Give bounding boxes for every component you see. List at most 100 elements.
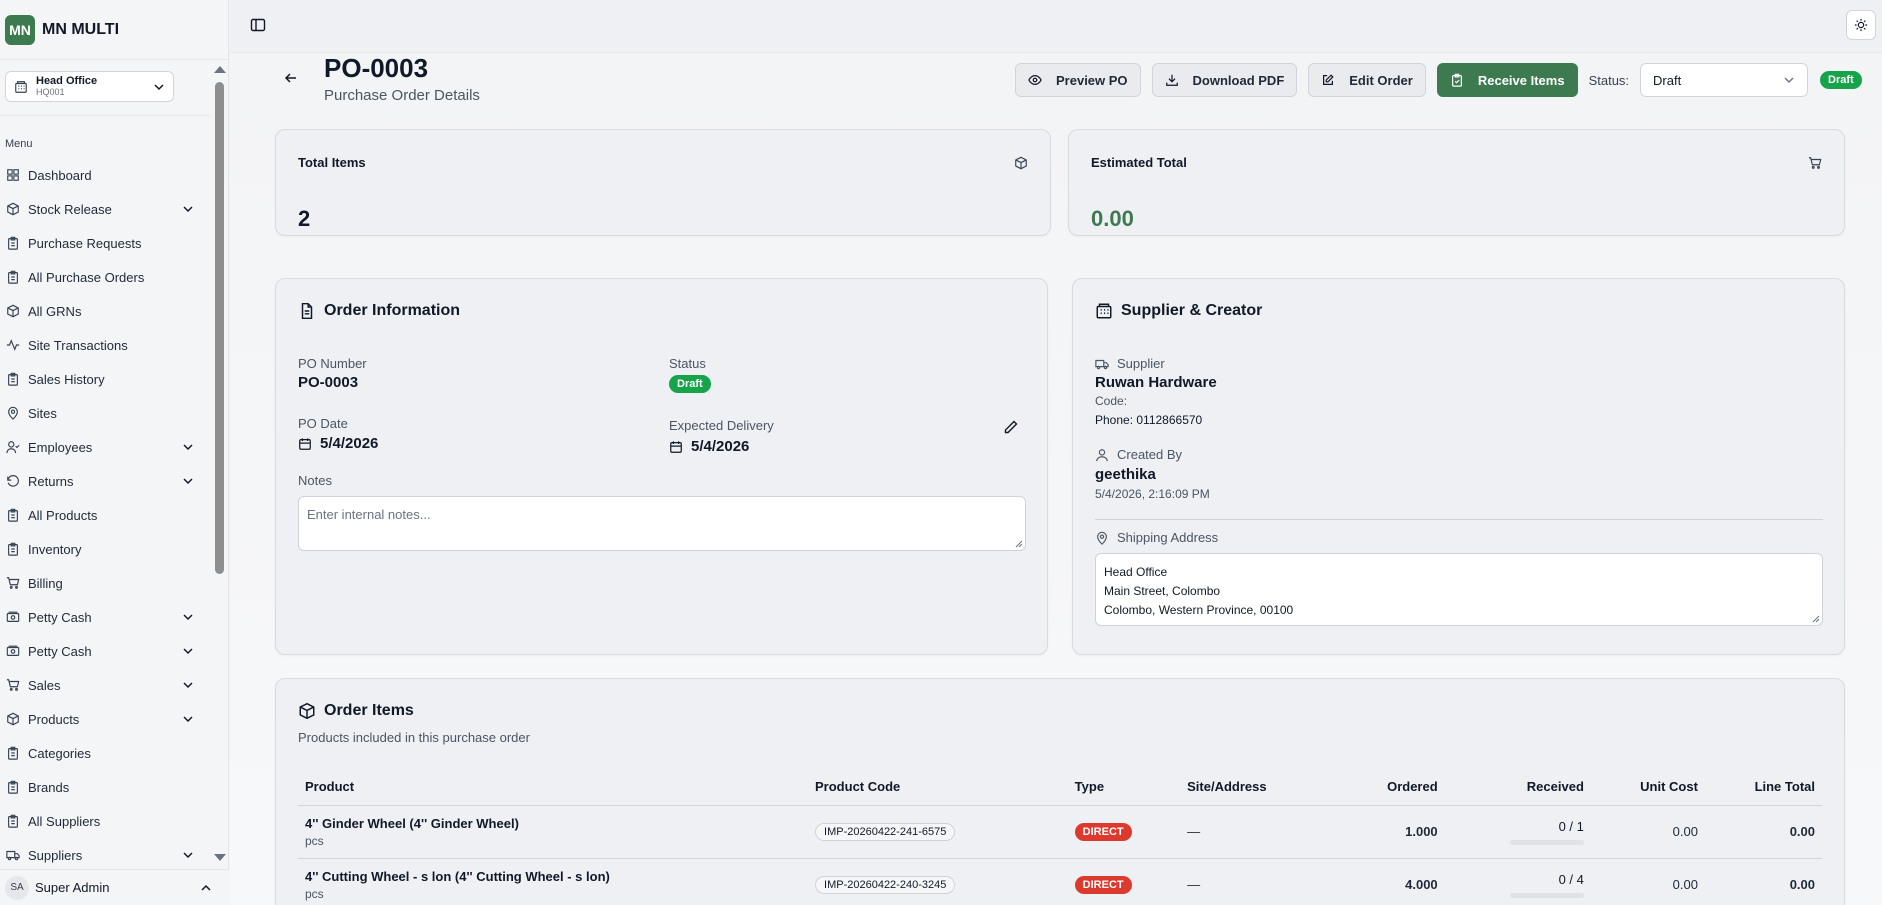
theme-toggle-button[interactable]: [1846, 10, 1876, 40]
sidebar-item-inventory[interactable]: Inventory: [0, 532, 210, 566]
status-label: Status:: [1588, 72, 1630, 88]
edit-icon: [1321, 73, 1335, 87]
preview-po-button[interactable]: Preview PO: [1015, 63, 1141, 97]
package-icon: [298, 702, 316, 720]
sidebar-item-label: All GRNs: [28, 303, 82, 319]
shipping-address-label-text: Shipping Address: [1117, 530, 1219, 545]
type-cell: DIRECT: [1067, 858, 1181, 905]
order-items-table: Product Product Code Type Site/Address O…: [298, 769, 1822, 905]
resize-handle-icon[interactable]: [1812, 615, 1820, 623]
po-date-text: 5/4/2026: [320, 435, 379, 452]
status-field-label: Status: [669, 356, 706, 371]
clipboard-icon: [6, 270, 20, 284]
status-select-value: Draft: [1653, 72, 1682, 88]
supplier-label: Supplier: [1095, 356, 1165, 371]
sidebar-item-label: Brands: [28, 779, 70, 795]
sidebar-item-label: Purchase Requests: [28, 235, 142, 251]
received-text: 0 / 1: [1558, 818, 1584, 834]
sidebar-item-all-grns[interactable]: All GRNs: [0, 294, 210, 328]
sidebar-item-sites[interactable]: Sites: [0, 396, 210, 430]
estimated-total-card: Estimated Total 0.00: [1068, 129, 1845, 236]
scroll-up-arrow[interactable]: [214, 66, 226, 73]
truck-icon: [1095, 359, 1109, 369]
po-number-text: PO-0003: [298, 374, 359, 391]
sidebar-item-sales[interactable]: Sales: [0, 668, 210, 702]
sidebar-item-sales-history[interactable]: Sales History: [0, 362, 210, 396]
chevron-down-icon: [183, 648, 193, 655]
created-at: 5/4/2026, 2:16:09 PM: [1095, 487, 1210, 501]
po-number-label: PO Number: [298, 356, 367, 371]
sidebar-item-categories[interactable]: Categories: [0, 736, 210, 770]
sidebar-item-returns[interactable]: Returns: [0, 464, 210, 498]
product-code-pill: IMP-20260422-240-3245: [815, 875, 956, 894]
supplier-code: Code:: [1095, 394, 1128, 408]
table-row: 4'' Ginder Wheel (4'' Ginder Wheel) pcs IM…: [298, 805, 1822, 859]
column-header: Site/Address: [1180, 769, 1320, 806]
clipboard-icon: [6, 542, 20, 556]
line-total-cell: 0.00: [1704, 858, 1822, 905]
table-row: 4'' Cutting Wheel - s lon (4'' Cutting W…: [298, 858, 1822, 905]
type-cell: DIRECT: [1067, 805, 1181, 859]
supplier-creator-title: Supplier & Creator: [1095, 302, 1262, 320]
shipping-address-textarea[interactable]: Head Office Main Street, Colombo Colombo…: [1095, 553, 1823, 626]
created-by-label-text: Created By: [1117, 447, 1183, 462]
chevron-down-icon: [183, 682, 193, 689]
po-date-value: 5/4/2026: [298, 435, 378, 452]
sidebar-item-suppliers[interactable]: Suppliers: [0, 838, 210, 872]
notes-textarea[interactable]: Enter internal notes...: [298, 496, 1026, 551]
sidebar-item-dashboard[interactable]: Dashboard: [0, 158, 210, 192]
sun-icon: [1854, 18, 1868, 32]
branch-selector[interactable]: Head Office HQ001: [5, 71, 174, 102]
pencil-icon[interactable]: [1003, 419, 1019, 435]
product-unit: pcs: [305, 886, 324, 901]
supplier-name-text: Ruwan Hardware: [1095, 374, 1217, 391]
product-code-cell: IMP-20260422-241-6575: [808, 805, 1068, 859]
created-by-text: geethika: [1095, 466, 1156, 483]
sidebar-item-label: All Products: [28, 507, 98, 523]
sidebar-item-petty-cash[interactable]: Petty Cash: [0, 634, 210, 668]
sidebar-item-employees[interactable]: Employees: [0, 430, 210, 464]
order-status-badge: Draft: [669, 375, 711, 393]
sidebar-item-site-transactions[interactable]: Site Transactions: [0, 328, 210, 362]
sidebar-toggle-icon[interactable]: [250, 17, 266, 33]
sidebar-item-all-products[interactable]: All Products: [0, 498, 210, 532]
sidebar-item-purchase-requests[interactable]: Purchase Requests: [0, 226, 210, 260]
back-arrow-icon[interactable]: [283, 70, 299, 86]
avatar: SA: [5, 875, 29, 900]
chevron-down-icon: [1784, 77, 1794, 83]
address-line: Colombo, Western Province, 00100: [1104, 603, 1294, 617]
supplier-label-text: Supplier: [1117, 356, 1165, 371]
page-subtitle: Purchase Order Details: [324, 87, 480, 104]
sidebar-item-label: Returns: [28, 473, 74, 489]
box-icon: [6, 202, 20, 216]
product-code-cell: IMP-20260422-240-3245: [808, 858, 1068, 905]
sidebar-item-billing[interactable]: Billing: [0, 566, 210, 600]
sidebar-item-all-suppliers[interactable]: All Suppliers: [0, 804, 210, 838]
resize-handle-icon[interactable]: [1015, 540, 1023, 548]
sidebar-item-label: Sales: [28, 677, 61, 693]
activity-icon: [6, 338, 20, 352]
sidebar: MN MN MULTI Head Office HQ001 Menu Dashb…: [0, 0, 229, 905]
product-name: 4'' Cutting Wheel - s lon (4'' Cutting W…: [305, 868, 610, 884]
edit-order-button[interactable]: Edit Order: [1308, 63, 1426, 97]
sidebar-item-brands[interactable]: Brands: [0, 770, 210, 804]
chevron-down-icon: [183, 716, 193, 723]
receive-items-button[interactable]: Receive Items: [1436, 63, 1578, 97]
user-menu[interactable]: SA Super Admin: [0, 869, 229, 905]
received-cell: 0 / 1: [1444, 805, 1591, 859]
cash-icon: [6, 644, 20, 658]
sidebar-scrollbar[interactable]: [212, 62, 226, 865]
cart-icon: [6, 678, 20, 692]
sidebar-item-stock-release[interactable]: Stock Release: [0, 192, 210, 226]
sidebar-item-label: Dashboard: [28, 167, 92, 183]
status-select[interactable]: Draft: [1640, 63, 1809, 97]
download-pdf-button[interactable]: Download PDF: [1151, 63, 1298, 97]
sidebar-item-products[interactable]: Products: [0, 702, 210, 736]
sidebar-item-all-purchase-orders[interactable]: All Purchase Orders: [0, 260, 210, 294]
chevron-down-icon: [154, 83, 164, 90]
scroll-thumb[interactable]: [215, 82, 224, 574]
rotate-ccw-icon: [6, 474, 20, 488]
scroll-down-arrow[interactable]: [214, 854, 226, 861]
estimated-total-value: 0.00: [1091, 206, 1134, 231]
sidebar-item-petty-cash[interactable]: Petty Cash: [0, 600, 210, 634]
